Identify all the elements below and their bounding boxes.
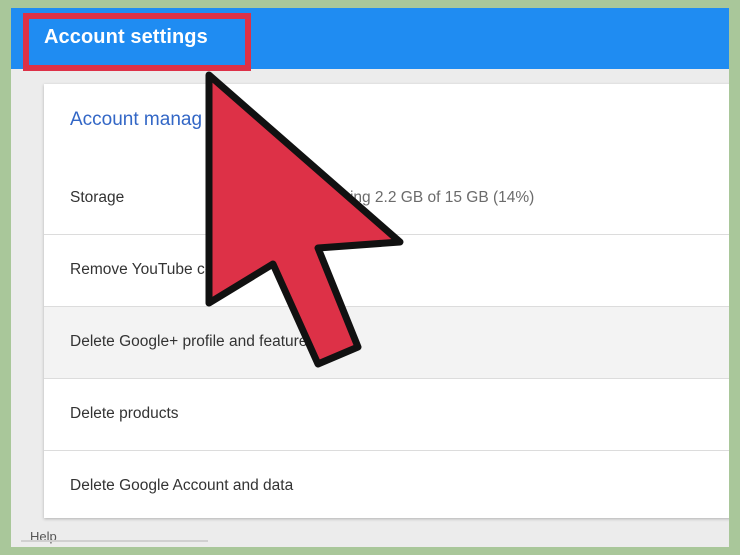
storage-value: Using 2.2 GB of 15 GB (14%) xyxy=(331,189,535,206)
remove-youtube-row[interactable]: Remove YouTube co xyxy=(44,235,729,307)
section-heading: Account manag xyxy=(70,109,203,130)
delete-products-row[interactable]: Delete products xyxy=(44,379,729,451)
account-settings-title[interactable]: Account settings xyxy=(44,26,208,49)
storage-label: Storage xyxy=(70,189,125,206)
delete-google-plus-label: Delete Google+ profile and features xyxy=(70,333,316,350)
account-management-card: Account manag Storage Using 2.2 GB of 15… xyxy=(44,84,729,518)
delete-google-plus-row[interactable]: Delete Google+ profile and features xyxy=(44,307,729,379)
delete-products-label: Delete products xyxy=(70,405,179,422)
storage-row[interactable]: Storage Using 2.2 GB of 15 GB (14%) xyxy=(44,163,729,235)
footer-divider xyxy=(21,540,208,542)
top-app-bar: Account settings xyxy=(11,8,729,71)
delete-account-label: Delete Google Account and data xyxy=(70,477,294,494)
remove-youtube-label: Remove YouTube co xyxy=(70,261,214,278)
delete-account-row[interactable]: Delete Google Account and data xyxy=(44,451,729,523)
browser-screen: Account settings Account manag Storage U… xyxy=(11,8,729,547)
